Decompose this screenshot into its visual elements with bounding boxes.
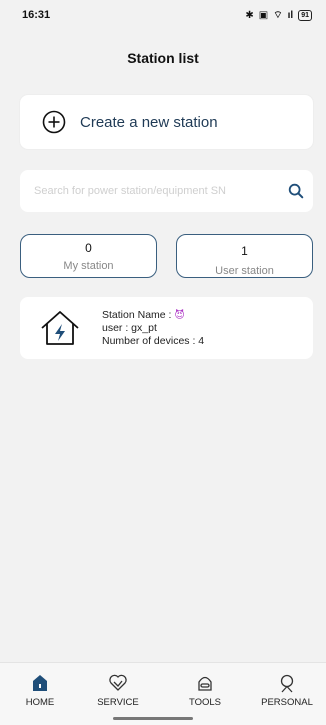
station-name-value: 😈 [174, 309, 185, 321]
search-icon[interactable] [287, 182, 305, 200]
tools-icon [198, 676, 212, 691]
search-input[interactable] [32, 184, 287, 198]
nfc-icon: ▣ [258, 9, 269, 21]
nav-item-home[interactable]: HOME [5, 673, 75, 708]
bluetooth-icon: ✱ [245, 9, 254, 21]
plus-circle-icon [42, 110, 66, 134]
station-name-row: Station Name : 😈 [102, 309, 204, 322]
tab-my-station[interactable]: 0 My station [20, 234, 157, 278]
user-station-count: 1 [241, 244, 248, 258]
nav-item-tools[interactable]: TOOLS [170, 673, 240, 708]
my-station-label: My station [63, 260, 114, 272]
nav-item-service[interactable]: SERVICE [83, 673, 153, 708]
my-station-count: 0 [85, 241, 92, 255]
user-station-label: User station [215, 265, 274, 277]
station-list-item[interactable]: Station Name : 😈 user : gx_pt Number of … [20, 297, 313, 359]
battery-icon: 91 [298, 9, 312, 21]
service-icon [109, 674, 127, 691]
create-station-button[interactable]: Create a new station [20, 95, 313, 149]
status-icons: ✱ ▣ ⌔ ıl 91 [245, 9, 312, 22]
station-user: user : gx_pt [102, 321, 157, 334]
tab-user-station[interactable]: 1 User station [176, 234, 313, 278]
nav-label-service: SERVICE [97, 697, 139, 708]
nav-label-tools: TOOLS [188, 697, 222, 708]
signal-icon: ıl [287, 9, 294, 21]
create-station-label: Create a new station [80, 113, 218, 131]
wifi-icon: ⌔ [273, 9, 283, 21]
home-indicator[interactable] [113, 717, 193, 720]
home-icon [33, 675, 47, 691]
status-bar: 16:31 ✱ ▣ ⌔ ıl 91 [0, 0, 326, 30]
house-bolt-icon [41, 311, 79, 345]
station-name-label: Station Name : [102, 308, 175, 321]
page-title: Station list [127, 50, 199, 66]
station-device-count: Number of devices : 4 [102, 334, 205, 347]
status-time: 16:31 [22, 9, 51, 21]
nav-label-home: HOME [25, 697, 55, 708]
bottom-nav: HOME SERVICE TOOLS PERSONAL [0, 662, 326, 725]
personal-icon [280, 674, 294, 693]
nav-item-personal[interactable]: PERSONAL [252, 673, 322, 708]
nav-label-personal: PERSONAL [261, 697, 313, 708]
search-bar [20, 170, 313, 212]
station-info: Station Name : 😈 user : gx_pt Number of … [102, 309, 204, 348]
